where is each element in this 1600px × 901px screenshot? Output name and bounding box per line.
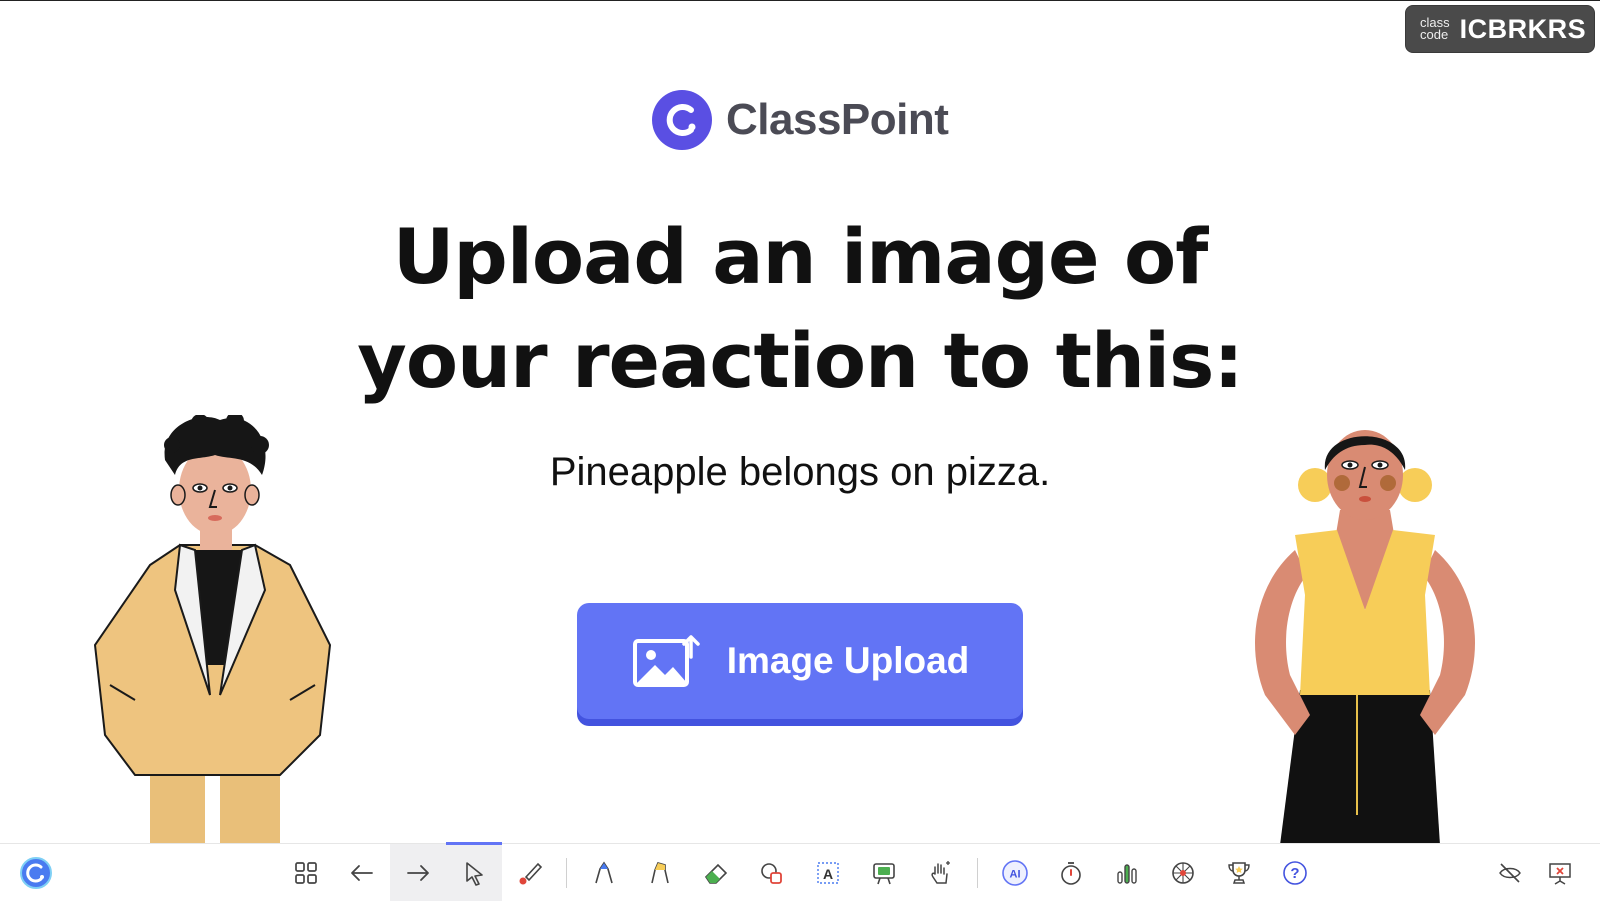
active-tool-indicator bbox=[446, 842, 502, 845]
pointer-icon bbox=[466, 861, 483, 886]
name-picker-wheel-icon bbox=[1172, 861, 1194, 884]
previous-slide-icon bbox=[351, 864, 373, 881]
classpoint-logo-icon bbox=[20, 856, 52, 889]
help-button[interactable]: ? bbox=[1267, 844, 1323, 901]
classpoint-logo: ClassPoint bbox=[652, 88, 949, 152]
logo-brand-text: ClassPoint bbox=[726, 95, 949, 144]
classpoint-menu-button[interactable] bbox=[8, 844, 64, 901]
pen-icon bbox=[595, 861, 613, 883]
drag-objects-icon bbox=[931, 860, 950, 884]
toolbar-separator bbox=[977, 858, 978, 888]
slide-title: Upload an image of your reaction to this… bbox=[0, 205, 1600, 413]
pen-button[interactable] bbox=[576, 844, 632, 901]
end-slideshow-icon bbox=[1549, 862, 1571, 885]
svg-text:?: ? bbox=[1290, 865, 1299, 882]
quick-poll-button[interactable] bbox=[1099, 844, 1155, 901]
hide-toolbar-icon bbox=[1499, 862, 1521, 883]
highlighter-icon bbox=[651, 861, 669, 883]
shapes-icon bbox=[761, 862, 782, 884]
hide-toolbar-button[interactable] bbox=[1482, 844, 1538, 901]
classpoint-logo-icon bbox=[652, 90, 712, 150]
previous-slide-button[interactable] bbox=[334, 844, 390, 901]
timer-button[interactable] bbox=[1043, 844, 1099, 901]
timer-icon bbox=[1061, 861, 1081, 885]
end-slideshow-button[interactable] bbox=[1532, 844, 1588, 901]
slides-grid-icon bbox=[295, 861, 317, 884]
pointer-button[interactable] bbox=[446, 842, 502, 901]
class-code-badge[interactable]: class code ICBRKRS bbox=[1405, 5, 1595, 53]
slide-title-line1: Upload an image of bbox=[392, 212, 1209, 301]
class-code-value: ICBRKRS bbox=[1459, 13, 1587, 44]
help-icon: ? bbox=[1283, 860, 1307, 885]
whiteboard-icon bbox=[873, 862, 895, 884]
whiteboard-button[interactable] bbox=[856, 844, 912, 901]
text-box-icon: A bbox=[817, 861, 839, 884]
name-picker-button[interactable] bbox=[1155, 844, 1211, 901]
top-border bbox=[0, 0, 1600, 1]
ai-icon: AI bbox=[1002, 859, 1028, 886]
toolbar-separator bbox=[566, 858, 567, 888]
eraser-icon bbox=[704, 863, 728, 884]
next-slide-icon bbox=[407, 864, 429, 881]
class-code-label-line2: code bbox=[1420, 27, 1449, 42]
shapes-button[interactable] bbox=[744, 844, 800, 901]
image-upload-button[interactable]: Image Upload bbox=[577, 603, 1023, 719]
slides-grid-button[interactable] bbox=[278, 844, 334, 901]
svg-text:A: A bbox=[823, 866, 833, 882]
class-code-label: class code bbox=[1420, 16, 1450, 42]
image-upload-label: Image Upload bbox=[726, 640, 970, 681]
ai-button[interactable]: AI bbox=[987, 844, 1043, 901]
text-box-button[interactable]: A bbox=[800, 844, 856, 901]
highlighter-button[interactable] bbox=[632, 844, 688, 901]
award-stars-icon bbox=[1228, 861, 1250, 884]
quick-poll-icon bbox=[1117, 863, 1137, 884]
award-stars-button[interactable] bbox=[1211, 844, 1267, 901]
classpoint-toolbar: A AI ? bbox=[0, 842, 1600, 901]
svg-text:AI: AI bbox=[1010, 868, 1021, 880]
next-slide-button[interactable] bbox=[390, 844, 446, 901]
image-upload-icon bbox=[632, 635, 700, 687]
laser-pointer-button[interactable] bbox=[502, 844, 558, 901]
eraser-button[interactable] bbox=[688, 844, 744, 901]
slide-title-line2: your reaction to this: bbox=[357, 316, 1243, 405]
woman-illustration bbox=[1255, 430, 1475, 845]
man-illustration bbox=[93, 415, 332, 845]
laser-pointer-icon bbox=[519, 862, 543, 884]
drag-objects-button[interactable] bbox=[912, 844, 968, 901]
